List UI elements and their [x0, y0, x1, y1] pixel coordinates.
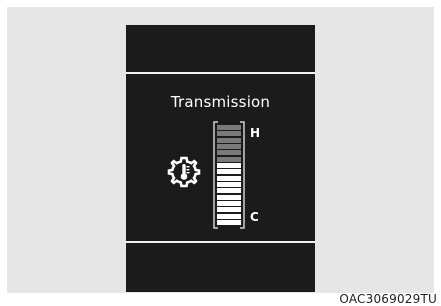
gauge-segment: [217, 156, 241, 162]
gauge-segment: [217, 220, 241, 225]
cluster-display: Transmission H C: [126, 25, 315, 292]
display-title: Transmission: [170, 93, 271, 111]
gauge-segment: [217, 213, 241, 219]
cold-label: C: [250, 210, 259, 224]
temperature-gauge: [217, 125, 241, 225]
gauge-segment: [217, 150, 241, 156]
gauge-segment: [217, 188, 241, 194]
gauge-segment: [217, 169, 241, 175]
transmission-temperature-icon: [167, 156, 201, 188]
gauge-segment: [217, 182, 241, 187]
gauge-segment: [217, 201, 241, 206]
gauge-segment: [217, 163, 241, 168]
gauge-segment: [217, 144, 241, 149]
gauge-segment: [217, 175, 241, 181]
gauge-segment: [217, 125, 241, 130]
gauge-segment: [217, 194, 241, 200]
top-divider: [126, 72, 315, 74]
gauge-segment: [217, 137, 241, 143]
bottom-divider: [126, 241, 315, 243]
hot-label: H: [250, 126, 261, 140]
gauge-segment: [217, 131, 241, 137]
figure-code: OAC3069029TU: [339, 292, 437, 306]
gauge-segment: [217, 207, 241, 213]
